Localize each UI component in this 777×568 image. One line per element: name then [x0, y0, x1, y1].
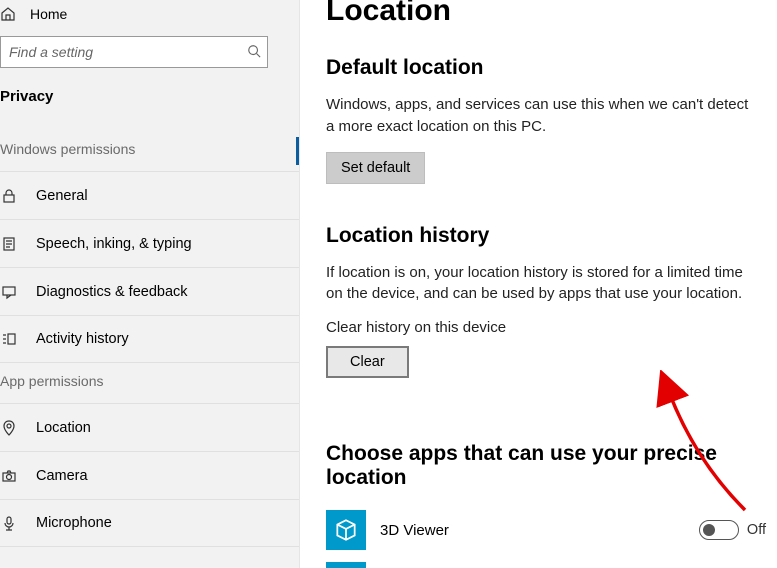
home-icon [0, 6, 16, 22]
sidebar-item-camera[interactable]: Camera [0, 451, 299, 499]
sidebar-item-location[interactable]: Location [0, 403, 299, 451]
app-row-camera: Camera Off [326, 556, 766, 568]
camera-app-icon [326, 562, 366, 568]
sidebar-item-activity[interactable]: Activity history [0, 315, 299, 363]
default-location-desc: Windows, apps, and services can use this… [326, 94, 756, 138]
clear-button[interactable]: Clear [326, 346, 409, 378]
section-default-location-heading: Default location [326, 56, 777, 80]
sidebar-item-label: Speech, inking, & typing [36, 236, 192, 252]
toggle-state: Off [747, 522, 766, 538]
group-header-windows-permissions: Windows permissions [0, 131, 299, 171]
sidebar-item-label: Diagnostics & feedback [36, 284, 188, 300]
camera-icon [0, 467, 18, 485]
search-icon [247, 44, 263, 60]
sidebar: Home Privacy Windows permissions General [0, 0, 300, 568]
home-link[interactable]: Home [0, 0, 299, 36]
history-icon [0, 330, 18, 348]
app-label: 3D Viewer [380, 522, 685, 539]
lock-icon [0, 187, 18, 205]
section-choose-apps-heading: Choose apps that can use your precise lo… [326, 442, 777, 490]
sidebar-item-microphone[interactable]: Microphone [0, 499, 299, 547]
location-icon [0, 419, 18, 437]
clear-history-label: Clear history on this device [326, 319, 777, 336]
group-app-permissions: Location Camera Microphone [0, 403, 299, 547]
toggle-3d-viewer[interactable] [699, 520, 739, 540]
sidebar-item-speech[interactable]: Speech, inking, & typing [0, 219, 299, 267]
section-location-history-heading: Location history [326, 224, 777, 248]
group-header-app-permissions: App permissions [0, 363, 299, 403]
sidebar-item-label: General [36, 188, 88, 204]
sidebar-item-label: Camera [36, 468, 88, 484]
home-label: Home [30, 6, 67, 22]
page-title: Location [326, 0, 777, 28]
sidebar-item-general[interactable]: General [0, 171, 299, 219]
sidebar-item-label: Location [36, 420, 91, 436]
search-input[interactable] [0, 36, 268, 68]
app-row-3d-viewer: 3D Viewer Off [326, 504, 766, 556]
sidebar-item-label: Activity history [36, 331, 129, 347]
search-wrap [0, 36, 287, 68]
location-history-desc: If location is on, your location history… [326, 262, 756, 306]
set-default-button[interactable]: Set default [326, 152, 425, 184]
sidebar-item-diagnostics[interactable]: Diagnostics & feedback [0, 267, 299, 315]
3d-viewer-icon [326, 510, 366, 550]
category-header: Privacy [0, 82, 299, 123]
feedback-icon [0, 283, 18, 301]
group-windows-permissions: General Speech, inking, & typing Diagnos… [0, 171, 299, 363]
sidebar-item-label: Microphone [36, 515, 112, 531]
clipboard-icon [0, 235, 18, 253]
main-content: Location Default location Windows, apps,… [300, 0, 777, 568]
microphone-icon [0, 514, 18, 532]
